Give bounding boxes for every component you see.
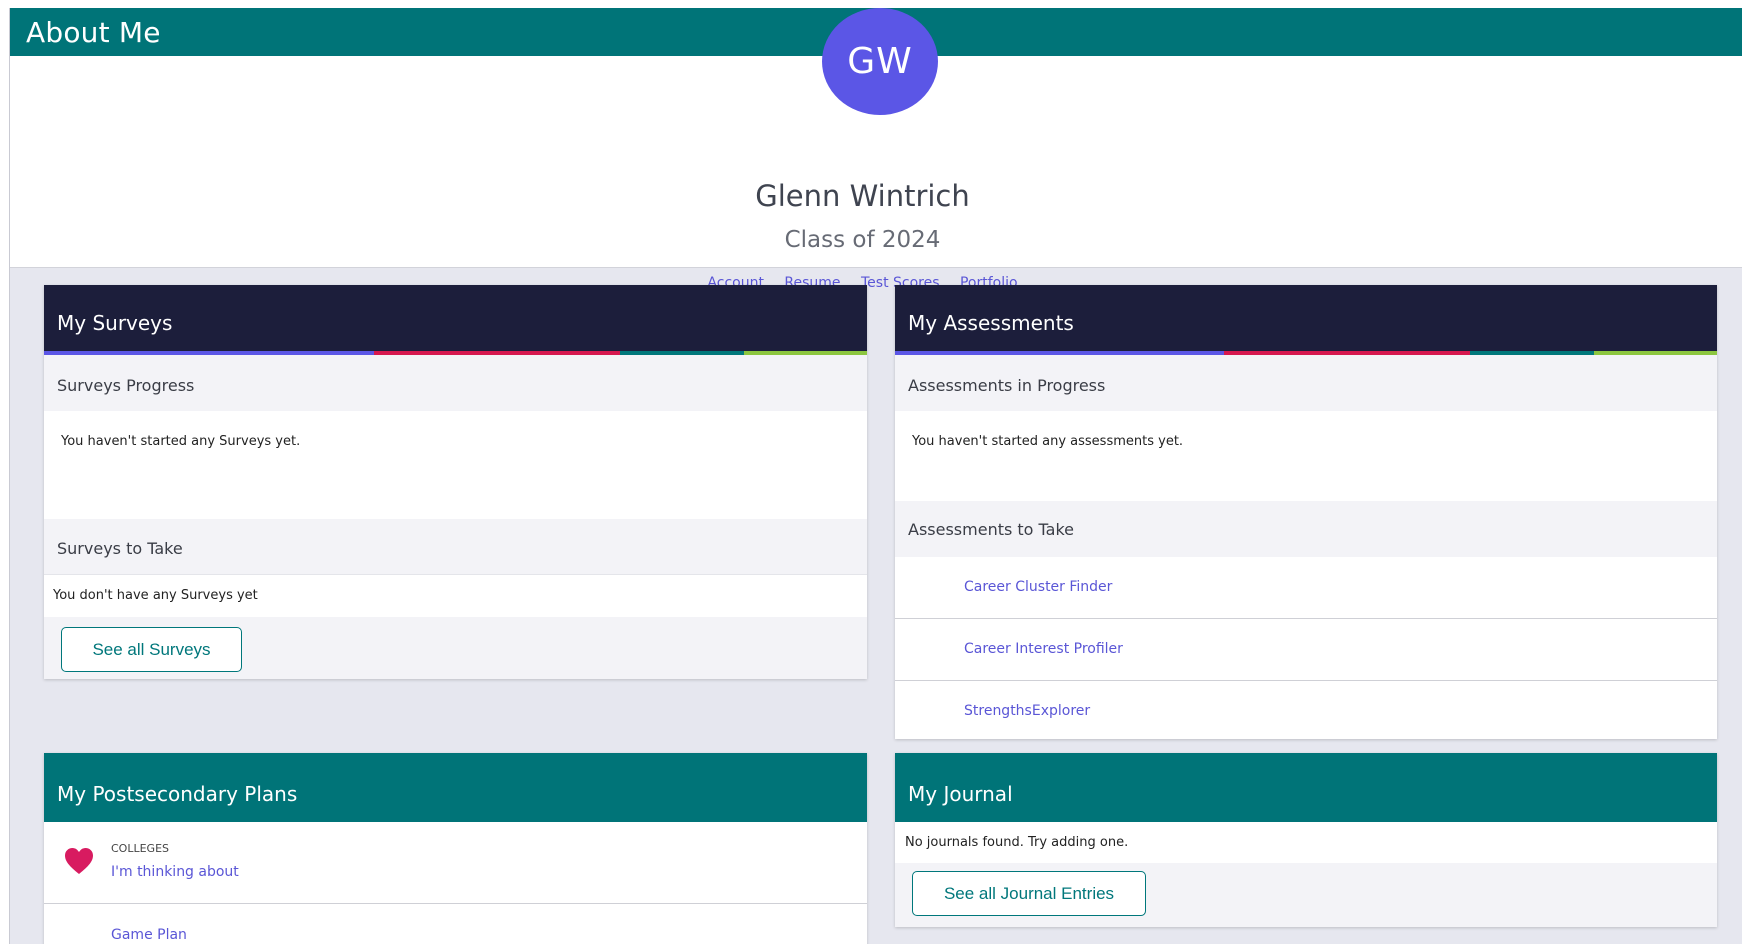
assessments-progress-body: You haven't started any assessments yet. <box>895 411 1717 501</box>
assessments-card-title: My Assessments <box>908 311 1074 335</box>
journal-body: No journals found. Try adding one. <box>895 822 1717 863</box>
colleges-thinking-link[interactable]: I'm thinking about <box>111 864 239 880</box>
game-plan-link[interactable]: Game Plan <box>111 927 187 943</box>
surveys-to-take-label: Surveys to Take <box>57 539 183 558</box>
assessments-to-take-header: Assessments to Take <box>895 501 1717 557</box>
list-item[interactable]: Career Interest Profiler <box>895 619 1717 681</box>
surveys-card: My Surveys Surveys Progress You haven't … <box>44 285 867 679</box>
page-frame: About Me Glenn Wintrich Class of 2024 Ac… <box>9 8 1742 944</box>
career-cluster-finder-link[interactable]: Career Cluster Finder <box>964 579 1112 595</box>
avatar-initials: GW <box>847 41 913 82</box>
page-title: About Me <box>26 16 161 49</box>
journal-footer: See all Journal Entries <box>895 863 1717 927</box>
assessments-progress-empty: You haven't started any assessments yet. <box>912 434 1184 449</box>
strengths-explorer-link[interactable]: StrengthsExplorer <box>964 703 1090 719</box>
profile-name: Glenn Wintrich <box>755 179 970 213</box>
surveys-progress-label: Surveys Progress <box>57 376 195 395</box>
journal-card-title: My Journal <box>908 782 1013 806</box>
heart-icon <box>65 848 93 874</box>
profile-class: Class of 2024 <box>784 227 941 253</box>
see-all-journal-button[interactable]: See all Journal Entries <box>912 871 1146 916</box>
surveys-to-take-empty: You don't have any Surveys yet <box>53 588 258 603</box>
plans-card: My Postsecondary Plans COLLEGES I'm thin… <box>44 753 867 944</box>
assessments-to-take-label: Assessments to Take <box>908 520 1075 539</box>
journal-card-header: My Journal <box>895 753 1717 822</box>
assessments-card-header: My Assessments <box>895 285 1717 351</box>
surveys-to-take-body: You don't have any Surveys yet <box>44 574 867 617</box>
assessments-progress-label: Assessments in Progress <box>908 376 1106 395</box>
career-interest-profiler-link[interactable]: Career Interest Profiler <box>964 641 1123 657</box>
plans-card-header: My Postsecondary Plans <box>44 753 867 822</box>
surveys-progress-body: You haven't started any Surveys yet. <box>44 411 867 519</box>
surveys-progress-header: Surveys Progress <box>44 355 867 411</box>
surveys-progress-empty: You haven't started any Surveys yet. <box>61 434 301 449</box>
game-plan-row: Game Plan <box>44 904 867 944</box>
list-item[interactable]: StrengthsExplorer <box>895 681 1717 739</box>
list-item[interactable]: Career Cluster Finder <box>895 557 1717 619</box>
surveys-to-take-header: Surveys to Take <box>44 519 867 574</box>
colleges-row: COLLEGES I'm thinking about <box>44 822 867 904</box>
journal-empty: No journals found. Try adding one. <box>905 835 1129 850</box>
assessments-progress-header: Assessments in Progress <box>895 355 1717 411</box>
see-all-surveys-button[interactable]: See all Surveys <box>61 627 242 672</box>
journal-card: My Journal No journals found. Try adding… <box>895 753 1717 927</box>
colleges-label: COLLEGES <box>111 842 170 855</box>
avatar[interactable]: GW <box>822 8 938 115</box>
plans-card-title: My Postsecondary Plans <box>57 782 298 806</box>
surveys-card-header: My Surveys <box>44 285 867 351</box>
assessments-card: My Assessments Assessments in Progress Y… <box>895 285 1717 739</box>
surveys-footer: See all Surveys <box>44 617 867 679</box>
surveys-card-title: My Surveys <box>57 311 173 335</box>
